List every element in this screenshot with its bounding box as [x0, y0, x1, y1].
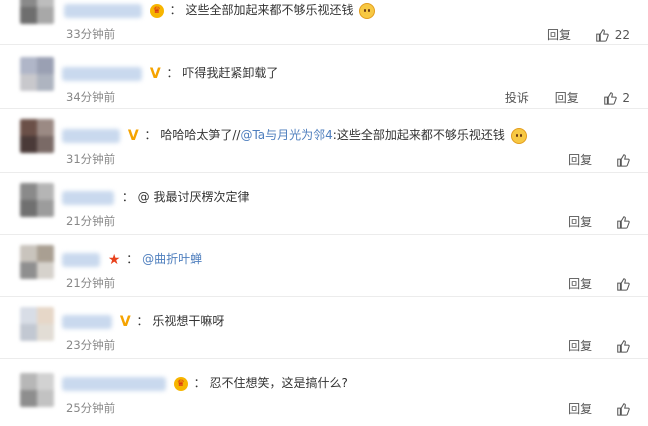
like-count: 22	[614, 27, 630, 42]
like-button[interactable]: 2	[603, 90, 630, 105]
comment-time: 21分钟前	[66, 276, 116, 290]
like-button[interactable]: 22	[595, 27, 630, 42]
comment-time: 34分钟前	[66, 90, 116, 104]
doge-emoji-icon	[510, 127, 527, 144]
doge-emoji-icon	[359, 2, 376, 19]
thumbs-up-icon	[603, 91, 617, 105]
username[interactable]	[62, 252, 100, 267]
like-button[interactable]	[616, 338, 630, 353]
comment-item: ♛ ： 忍不住想笑，这是搞什么? 25分钟前 回复	[0, 359, 648, 426]
star-badge-icon: ★	[107, 251, 121, 268]
username[interactable]	[62, 376, 166, 391]
like-button[interactable]	[616, 214, 630, 229]
comment-text: 吓得我赶紧卸载了	[182, 66, 279, 80]
thumbs-up-icon	[617, 402, 630, 416]
thumbs-up-icon	[596, 28, 609, 42]
reply-button[interactable]: 回复	[555, 89, 579, 106]
crown-badge-icon: ♛	[149, 3, 164, 18]
comment-item: V ： 哈哈哈太笋了//@Ta与月光为邻4:这些全部加起来都不够乐视还钱 31分…	[0, 109, 648, 173]
crown-badge-icon: ♛	[173, 376, 188, 391]
avatar[interactable]	[20, 373, 54, 407]
comment-time: 33分钟前	[66, 27, 116, 41]
like-count: 2	[622, 90, 630, 105]
thumbs-up-icon	[617, 215, 630, 229]
comment-item: ♛ ： 这些全部加起来都不够乐视还钱 33分钟前 回复 22	[0, 0, 648, 45]
username[interactable]	[62, 128, 120, 143]
comment-time: 31分钟前	[66, 152, 116, 166]
reply-button[interactable]: 回复	[568, 400, 592, 417]
verified-v-badge-icon: V	[127, 127, 139, 144]
comment-text: 乐视想干嘛呀	[152, 314, 225, 328]
verified-v-badge-icon: V	[119, 313, 131, 330]
mention-link[interactable]: @Ta与月光为邻4	[240, 128, 332, 142]
avatar[interactable]	[20, 307, 54, 341]
avatar[interactable]	[20, 57, 54, 91]
thumbs-up-icon	[617, 277, 630, 291]
like-button[interactable]	[616, 276, 630, 291]
comment-text: 忍不住想笑，这是搞什么?	[209, 376, 348, 390]
comment-item: V ： 乐视想干嘛呀 23分钟前 回复	[0, 297, 648, 359]
comment-item: ★ ： @曲折叶蝉 21分钟前 回复	[0, 235, 648, 297]
quoted-text: :这些全部加起来都不够乐视还钱	[332, 128, 505, 142]
comment-time: 23分钟前	[66, 338, 116, 352]
avatar[interactable]	[20, 119, 54, 153]
comment-text: 哈哈哈太笋了//	[160, 128, 241, 142]
thumbs-up-icon	[617, 339, 630, 353]
comment-time: 25分钟前	[66, 401, 116, 415]
reply-button[interactable]: 回复	[568, 337, 592, 354]
username[interactable]	[62, 66, 142, 81]
like-button[interactable]	[616, 401, 630, 416]
reply-button[interactable]: 回复	[568, 275, 592, 292]
comment-text: 这些全部加起来都不够乐视还钱	[185, 3, 354, 17]
report-button[interactable]: 投诉	[505, 89, 529, 106]
avatar[interactable]	[20, 183, 54, 217]
thumbs-up-icon	[617, 153, 630, 167]
reply-button[interactable]: 回复	[568, 213, 592, 230]
comment-item: V ： 吓得我赶紧卸载了 34分钟前 投诉 回复 2	[0, 45, 648, 109]
reply-button[interactable]: 回复	[547, 26, 571, 43]
reply-button[interactable]: 回复	[568, 151, 592, 168]
comment-text: @ 我最讨厌楞次定律	[137, 190, 250, 204]
avatar[interactable]	[20, 0, 54, 24]
comment-time: 21分钟前	[66, 214, 116, 228]
comment-item: ： @ 我最讨厌楞次定律 21分钟前 回复	[0, 173, 648, 235]
username[interactable]	[62, 190, 114, 205]
mention-link[interactable]: @曲折叶蝉	[142, 252, 202, 266]
verified-v-badge-icon: V	[149, 65, 161, 82]
avatar[interactable]	[20, 245, 54, 279]
username[interactable]	[64, 3, 142, 18]
username[interactable]	[62, 314, 112, 329]
like-button[interactable]	[616, 152, 630, 167]
